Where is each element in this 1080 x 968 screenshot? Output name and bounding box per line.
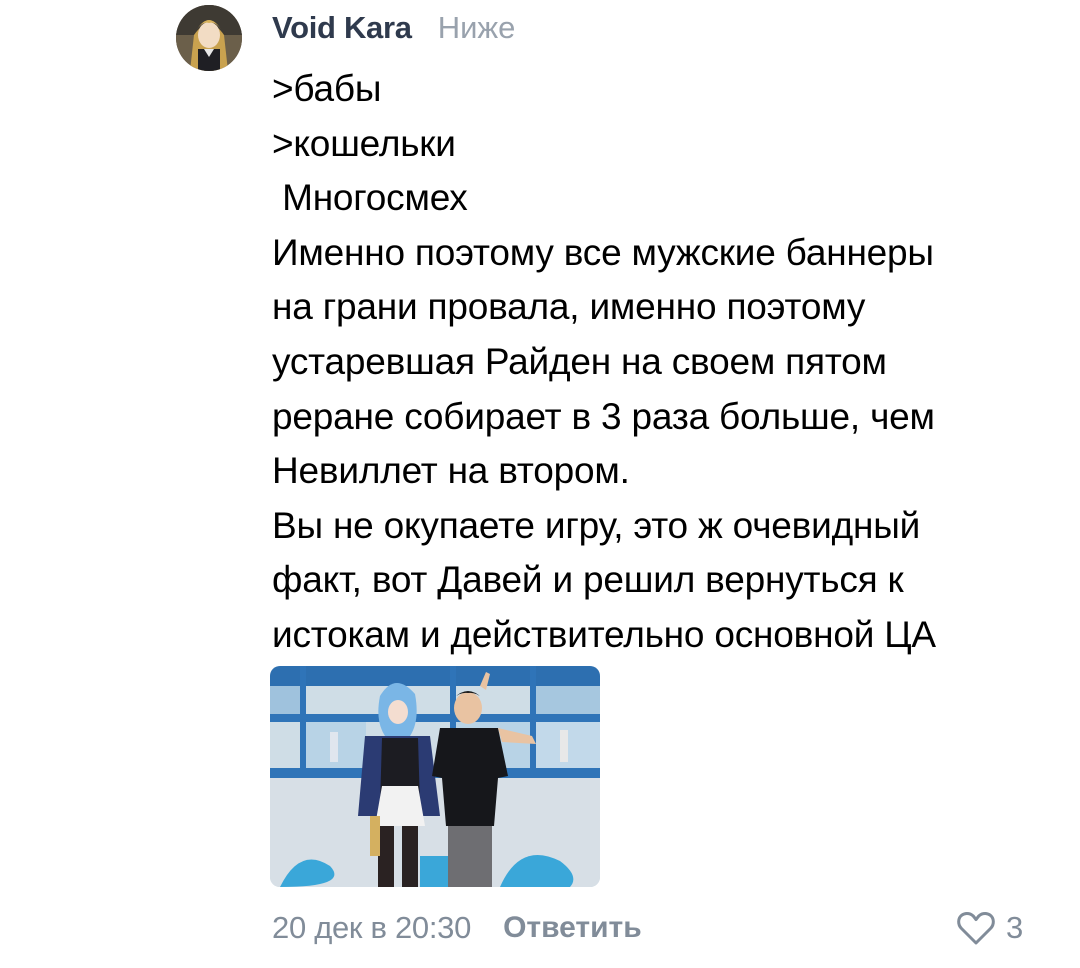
comment-header: Void Kara Ниже <box>272 10 515 54</box>
avatar-image <box>176 5 242 71</box>
heart-outline-icon <box>957 911 995 945</box>
like-button[interactable]: 3 <box>956 905 1023 951</box>
author-avatar[interactable] <box>176 5 242 71</box>
comment-text-line: Именно поэтому все мужские баннеры <box>272 231 934 273</box>
comment-timestamp[interactable]: 20 дек в 20:30 <box>272 910 471 946</box>
photo-attachment[interactable] <box>270 666 600 887</box>
comment-text-line: реране собирает в 3 раза больше, чем <box>272 395 935 437</box>
author-name[interactable]: Void Kara <box>272 10 412 46</box>
like-count: 3 <box>1006 910 1024 945</box>
comment-text-line: >кошельки <box>272 122 456 164</box>
attachment-photo <box>270 666 600 887</box>
comment-text-line: >бабы <box>272 68 382 109</box>
comment-text-line: на грани провала, именно поэтому <box>272 286 866 328</box>
author-status: Ниже <box>437 10 516 45</box>
reply-button[interactable]: Ответить <box>503 911 642 945</box>
comment-text-line: устаревшая Райден на своем пятом <box>272 340 887 382</box>
comment-text: >бабы >кошельки Многосмех Именно поэтому… <box>272 62 1062 663</box>
comment: Void Kara Ниже >бабы >кошельки Многосмех… <box>0 0 1080 968</box>
comment-text-line: Невиллет на втором. <box>272 450 630 492</box>
comment-text-line: Вы не окупаете игру, это ж очевидный <box>272 504 921 546</box>
comment-text-line: истокам и действительно основной ЦА <box>272 613 936 655</box>
comment-text-line: Многосмех <box>272 177 468 219</box>
comment-footer: 20 дек в 20:30 Ответить <box>272 905 642 951</box>
comment-text-line: факт, вот Давей и решил вернуться к <box>272 559 904 601</box>
